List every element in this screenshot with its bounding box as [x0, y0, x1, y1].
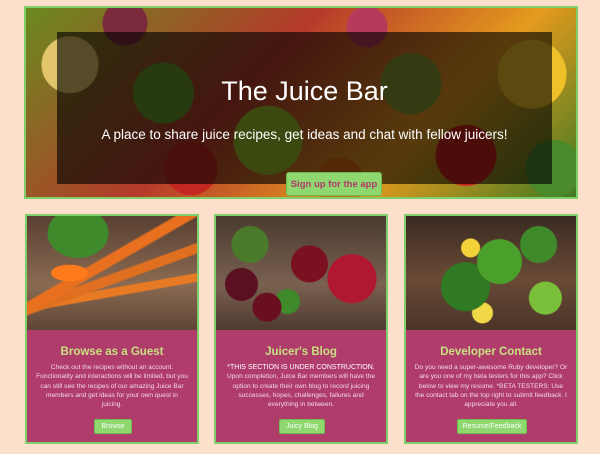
card-title: Browse as a Guest: [60, 346, 164, 358]
card-browse-guest: Browse as a Guest Check out the recipes …: [25, 214, 199, 444]
page-title: The Juice Bar: [221, 76, 388, 106]
hero-overlay: The Juice Bar A place to share juice rec…: [57, 32, 552, 196]
carrot-juice-image: [27, 216, 197, 330]
hero-banner: The Juice Bar A place to share juice rec…: [24, 6, 578, 199]
resume-feedback-button[interactable]: Resume/Feedback: [457, 419, 527, 434]
hero-subtitle: A place to share juice recipes, get idea…: [101, 127, 508, 142]
card-description: Check out the recipes without an account…: [36, 364, 188, 409]
card-description: *THIS SECTION IS UNDER CONSTRUCTION. Upo…: [224, 363, 378, 409]
signup-button[interactable]: Sign up for the app: [286, 172, 382, 196]
construction-notice: *THIS SECTION IS UNDER CONSTRUCTION.: [227, 364, 375, 371]
browse-button[interactable]: Browse: [94, 419, 132, 434]
card-developer-contact: Developer Contact Do you need a super-aw…: [404, 214, 578, 444]
juicy-blog-button[interactable]: Juicy Blog: [279, 419, 325, 434]
card-title: Developer Contact: [440, 346, 542, 358]
card-juicers-blog: Juicer's Blog *THIS SECTION IS UNDER CON…: [214, 214, 388, 444]
card-title: Juicer's Blog: [265, 346, 337, 358]
beet-juice-image: [216, 216, 386, 330]
card-description: Do you need a super-awesome Ruby develop…: [414, 364, 568, 409]
green-juice-image: [406, 216, 576, 330]
card-description-text: Upon completion, Juice Bar members will …: [226, 373, 376, 409]
